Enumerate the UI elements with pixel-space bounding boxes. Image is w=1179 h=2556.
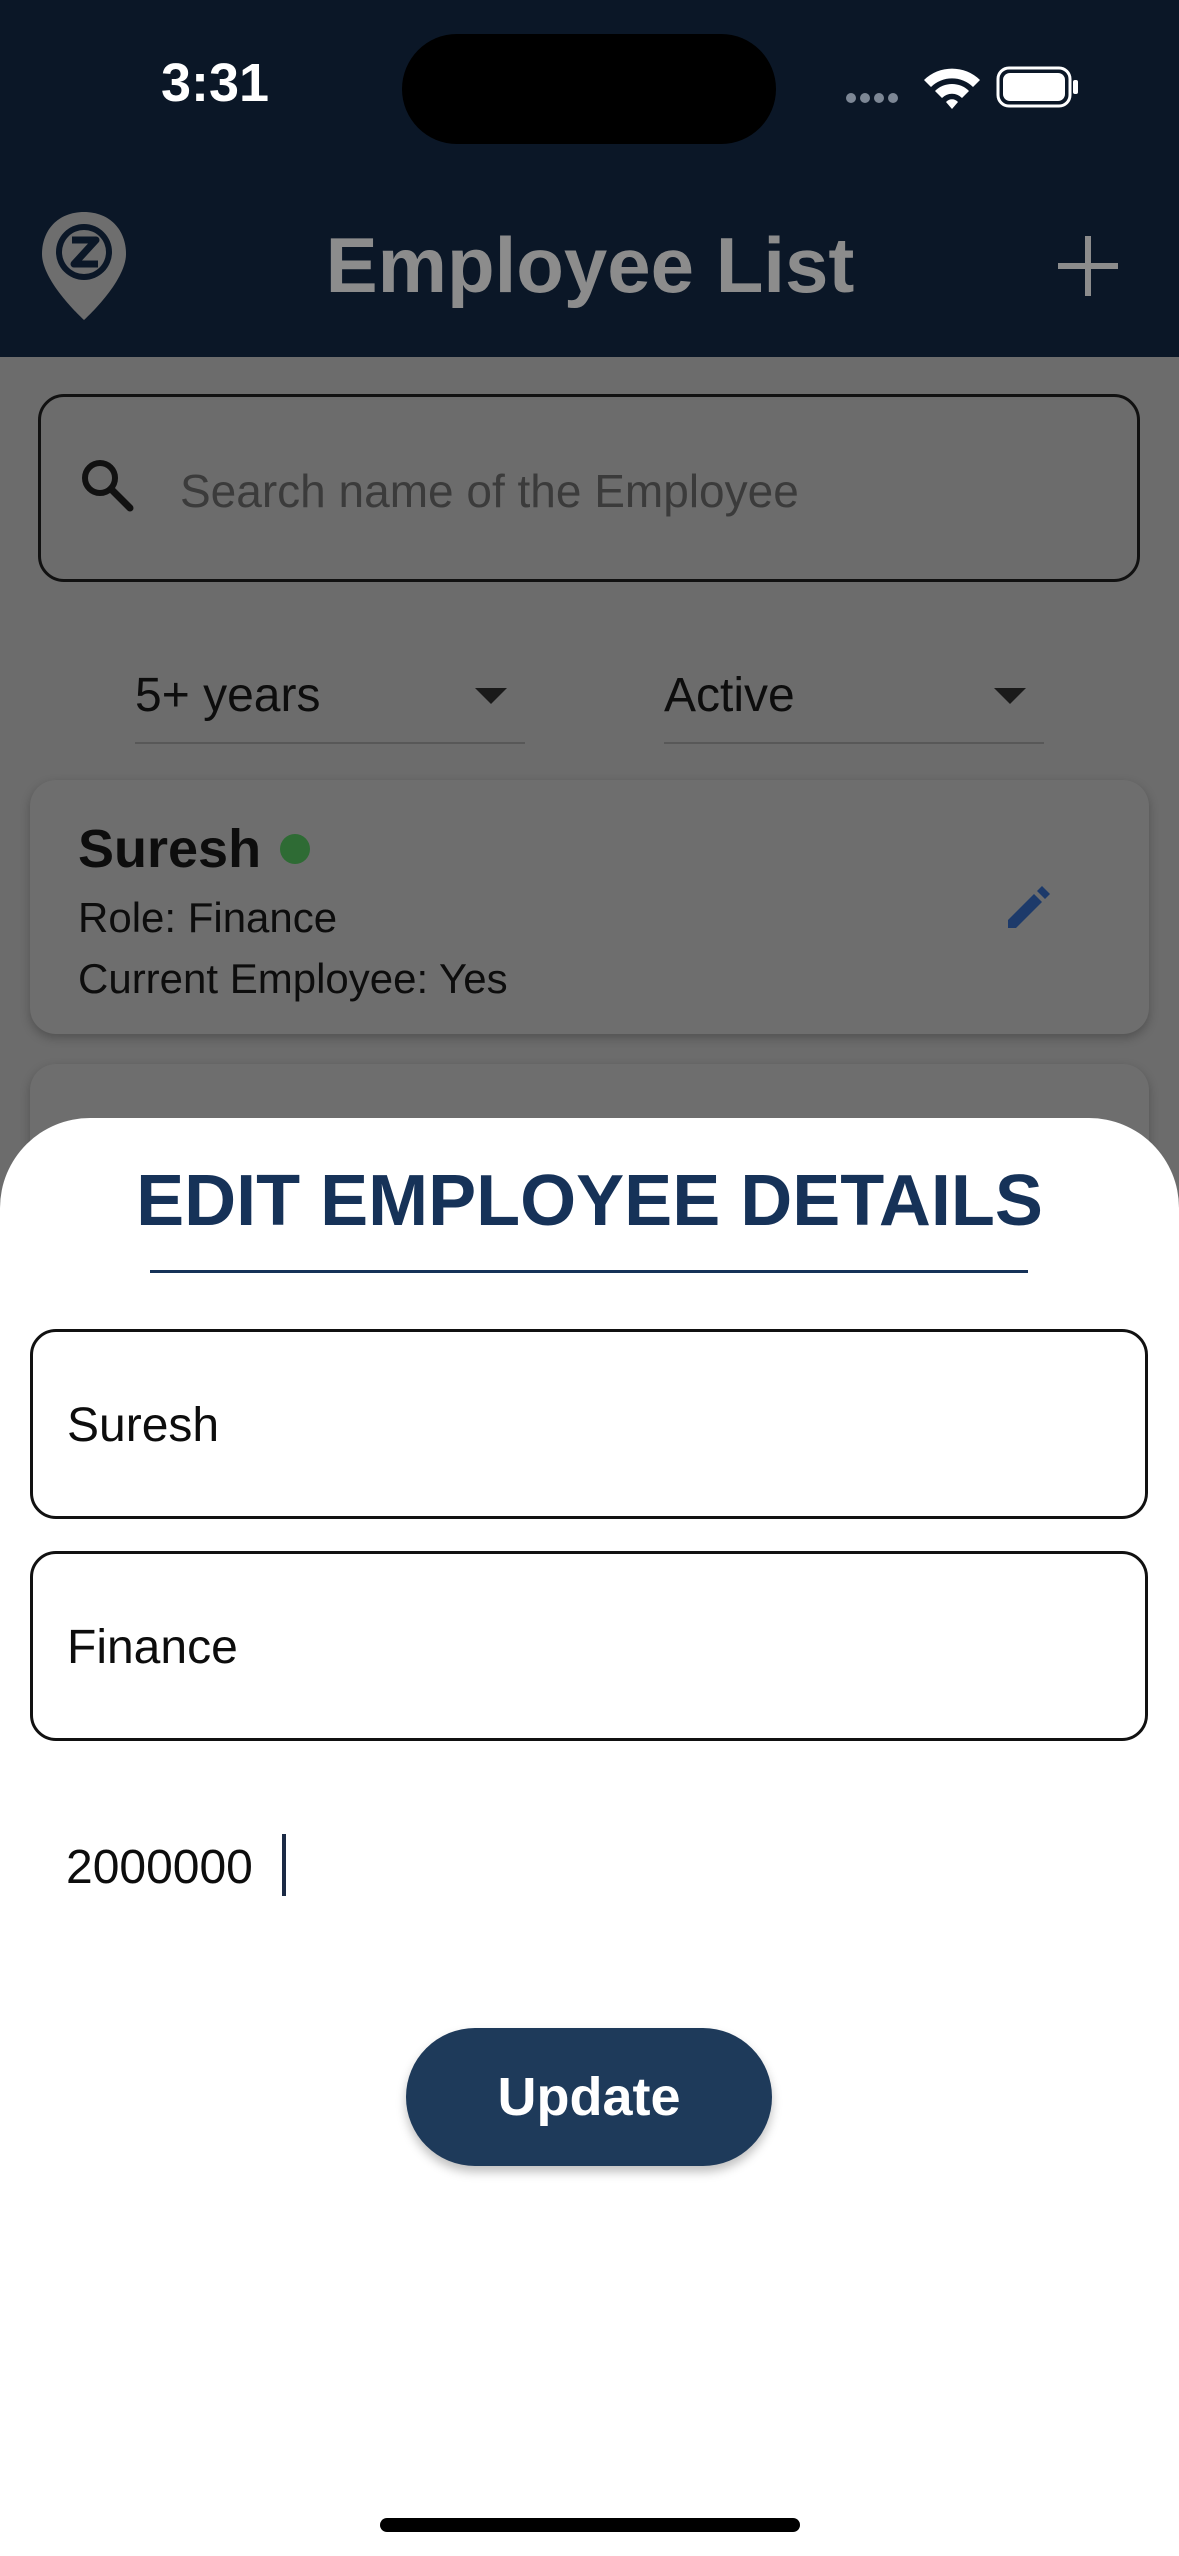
text-cursor [282,1834,286,1896]
battery-icon [996,66,1080,108]
sheet-title: EDIT EMPLOYEE DETAILS [136,1161,1043,1241]
chevron-down-icon [994,688,1026,704]
wifi-icon [920,62,984,112]
search-icon [78,456,138,516]
name-field[interactable]: Suresh [30,1329,1148,1519]
search-placeholder: Search name of the Employee [180,465,799,517]
chevron-down-icon [475,688,507,704]
page-title: Employee List [325,221,855,309]
dynamic-island [402,34,776,144]
name-field-value: Suresh [67,1399,220,1452]
home-indicator[interactable] [380,2518,800,2532]
role-field-value: Finance [67,1621,238,1674]
update-button[interactable]: Update [406,2028,772,2166]
employee-role: Role: Finance [78,894,338,941]
title-underline [150,1270,1028,1273]
experience-filter-dropdown[interactable]: 5+ years [135,654,525,744]
role-field[interactable]: Finance [30,1551,1148,1741]
pencil-edit-icon[interactable] [1000,880,1056,936]
experience-filter-value: 5+ years [135,669,321,722]
z-location-pin-icon [38,208,130,324]
employee-name: Suresh [78,819,262,879]
plus-icon[interactable] [1054,232,1122,300]
status-time: 3:31 [160,53,270,113]
employee-current-status: Current Employee: Yes [78,955,508,1002]
status-filter-dropdown[interactable]: Active [664,654,1044,744]
active-status-dot [280,834,310,864]
cellular-signal-icon [846,90,906,103]
status-filter-value: Active [664,669,795,722]
salary-field[interactable]: 2000000 [66,1840,253,1895]
